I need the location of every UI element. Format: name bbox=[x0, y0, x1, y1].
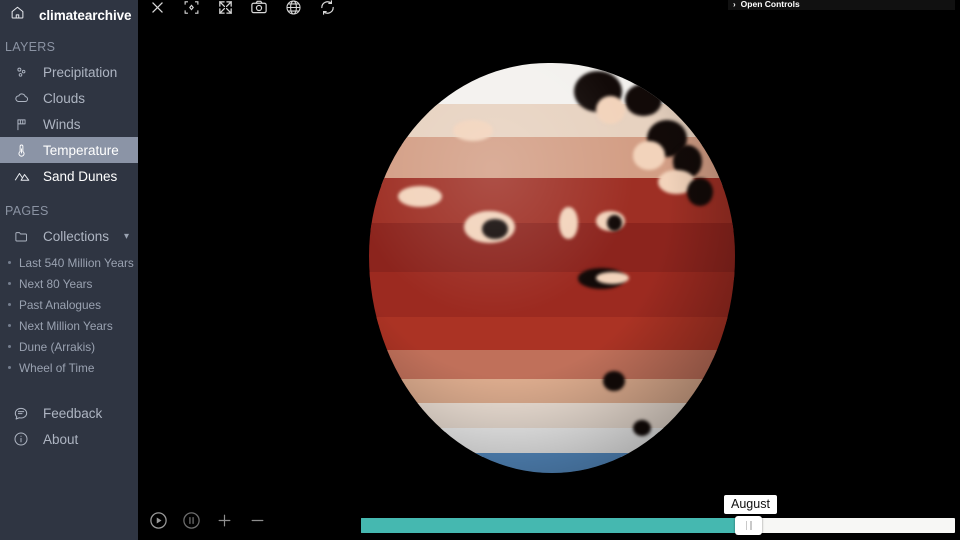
sidebar-item-winds[interactable]: Winds bbox=[0, 111, 138, 137]
globe-viewport[interactable] bbox=[138, 0, 960, 540]
page-item[interactable]: Last 540 Million Years bbox=[0, 252, 138, 273]
globe-icon[interactable] bbox=[282, 0, 304, 18]
sidebar-item-precipitation[interactable]: Precipitation bbox=[0, 59, 138, 85]
page-item-label: Last 540 Million Years bbox=[19, 255, 134, 270]
open-controls-panel[interactable]: › Open Controls bbox=[728, 0, 955, 10]
pages-heading: PAGES bbox=[5, 204, 49, 218]
pause-button[interactable] bbox=[179, 508, 203, 532]
reset-icon[interactable] bbox=[316, 0, 338, 18]
play-button[interactable] bbox=[146, 508, 170, 532]
app-title: climatearchive bbox=[39, 7, 132, 23]
sidebar-item-label: Temperature bbox=[43, 142, 119, 158]
timeline-progress-fill bbox=[361, 518, 748, 533]
dunes-icon bbox=[13, 168, 30, 184]
camera-icon[interactable] bbox=[248, 0, 270, 18]
page-item-label: Past Analogues bbox=[19, 297, 101, 312]
pages-list: Last 540 Million Years Next 80 Years Past … bbox=[0, 252, 138, 378]
collections-label: Collections bbox=[43, 228, 110, 244]
sidebar-item-about[interactable]: About bbox=[0, 426, 138, 452]
page-item[interactable]: Next 80 Years bbox=[0, 273, 138, 294]
sidebar-item-sand-dunes[interactable]: Sand Dunes bbox=[0, 163, 138, 189]
timeline-tooltip: August bbox=[724, 495, 777, 514]
app-root: › Open Controls August climatearchive LA… bbox=[0, 0, 960, 540]
sidebar-item-label: Sand Dunes bbox=[43, 168, 118, 184]
page-item[interactable]: Next Million Years bbox=[0, 315, 138, 336]
page-item-label: Next 80 Years bbox=[19, 276, 93, 291]
thermometer-icon bbox=[13, 143, 30, 158]
info-icon bbox=[12, 431, 30, 447]
bullet-icon bbox=[8, 303, 11, 306]
wind-flag-icon bbox=[13, 117, 30, 132]
sidebar: climatearchive LAYERS Precipitation Cloud… bbox=[0, 0, 138, 540]
recenter-icon[interactable] bbox=[180, 0, 202, 18]
open-controls-label: Open Controls bbox=[740, 0, 800, 9]
globe-shading bbox=[369, 63, 735, 473]
fullscreen-icon[interactable] bbox=[214, 0, 236, 18]
timeline-handle[interactable] bbox=[735, 516, 763, 535]
bullet-icon bbox=[8, 324, 11, 327]
chevron-right-icon: › bbox=[733, 0, 736, 9]
sidebar-item-label: Winds bbox=[43, 116, 81, 132]
sidebar-item-temperature[interactable]: Temperature bbox=[0, 137, 138, 163]
sidebar-item-clouds[interactable]: Clouds bbox=[0, 85, 138, 111]
page-item-label: Wheel of Time bbox=[19, 360, 95, 375]
bullet-icon bbox=[8, 345, 11, 348]
page-item[interactable]: Dune (Arrakis) bbox=[0, 336, 138, 357]
temperature-globe[interactable] bbox=[369, 63, 735, 473]
slow-down-button[interactable] bbox=[245, 508, 269, 532]
bullet-icon bbox=[8, 282, 11, 285]
brand-header[interactable]: climatearchive bbox=[0, 0, 138, 30]
chevron-down-icon: ▾ bbox=[124, 230, 130, 242]
feedback-icon bbox=[12, 405, 30, 421]
folder-icon bbox=[13, 229, 30, 244]
precipitation-icon bbox=[13, 65, 30, 80]
sidebar-item-label: Feedback bbox=[43, 405, 103, 421]
timeline-slider[interactable] bbox=[361, 516, 955, 535]
bullet-icon bbox=[8, 261, 11, 264]
page-item[interactable]: Wheel of Time bbox=[0, 357, 138, 378]
page-item-label: Next Million Years bbox=[19, 318, 113, 333]
close-icon[interactable] bbox=[146, 0, 168, 18]
playback-controls bbox=[146, 508, 269, 532]
layers-heading: LAYERS bbox=[5, 40, 56, 54]
layers-list: Precipitation Clouds Winds Temperature Sand … bbox=[0, 59, 138, 189]
page-item-label: Dune (Arrakis) bbox=[19, 339, 96, 354]
sidebar-item-label: About bbox=[43, 431, 79, 447]
page-item[interactable]: Past Analogues bbox=[0, 294, 138, 315]
speed-up-button[interactable] bbox=[212, 508, 236, 532]
sidebar-item-label: Clouds bbox=[43, 90, 86, 106]
viewer-toolbar bbox=[146, 0, 338, 22]
home-icon[interactable] bbox=[10, 5, 25, 25]
sidebar-item-feedback[interactable]: Feedback bbox=[0, 400, 138, 426]
sidebar-item-label: Precipitation bbox=[43, 64, 118, 80]
collections-item[interactable]: Collections ▾ bbox=[0, 223, 138, 249]
bullet-icon bbox=[8, 366, 11, 369]
cloud-icon bbox=[13, 90, 30, 106]
